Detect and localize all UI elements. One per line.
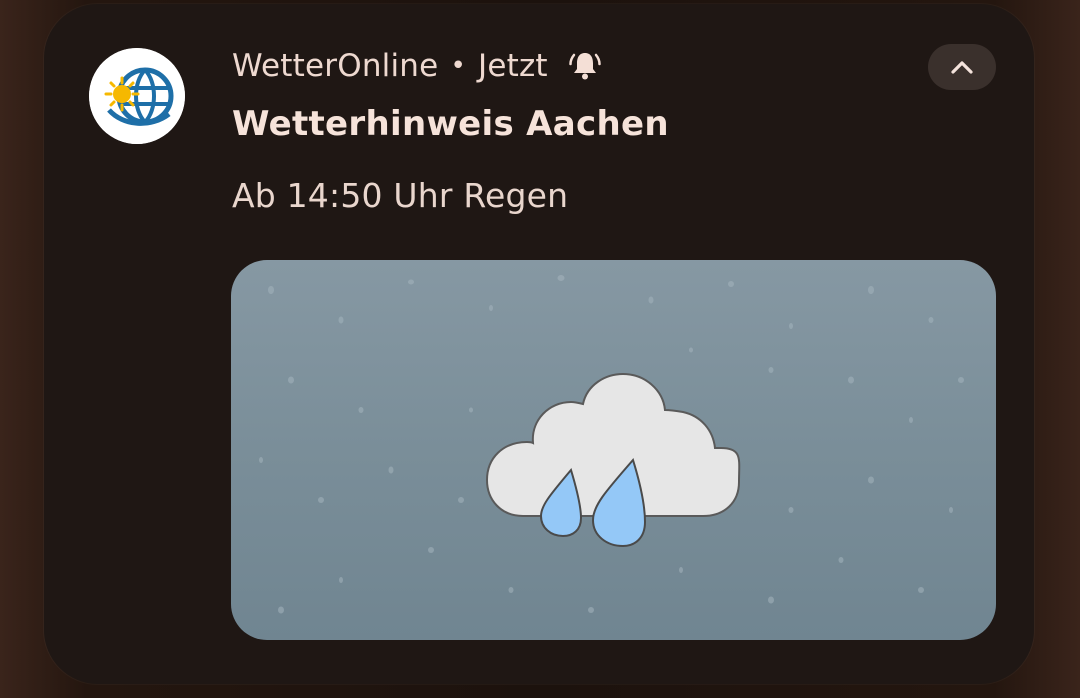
bell-ringing-icon	[569, 53, 601, 80]
chevron-up-icon	[951, 61, 973, 74]
app-name: WetterOnline	[232, 48, 439, 84]
notification-title: Wetterhinweis Aachen	[232, 104, 669, 144]
notification-image[interactable]	[231, 260, 996, 640]
app-icon	[89, 48, 185, 144]
header-separator: •	[450, 51, 466, 81]
notification-header: WetterOnline • Jetzt	[232, 44, 602, 88]
rain-weather-image	[231, 260, 996, 640]
notification-body: Ab 14:50 Uhr Regen	[232, 176, 569, 215]
collapse-button[interactable]	[928, 44, 996, 90]
wetteronline-logo-icon	[89, 48, 185, 144]
notification-time: Jetzt	[477, 48, 548, 84]
